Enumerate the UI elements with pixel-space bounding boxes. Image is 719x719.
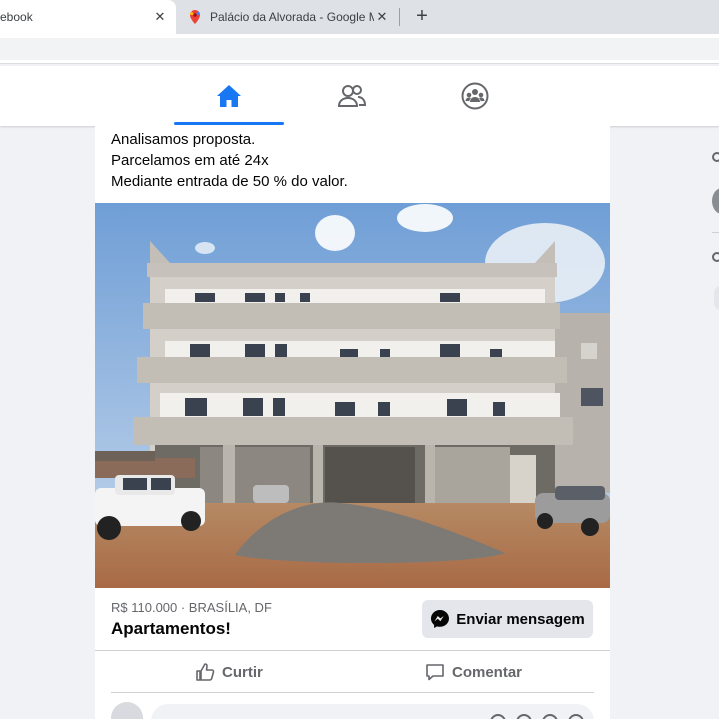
comment-icon xyxy=(426,664,444,681)
gif-icon[interactable] xyxy=(542,714,558,719)
post-text-line: Parcelamos em até 24x xyxy=(111,152,269,169)
address-bar[interactable] xyxy=(0,38,719,60)
divider xyxy=(111,692,594,693)
tab-google-maps[interactable]: Palácio da Alvorada - Google Ma ✕ xyxy=(180,0,398,34)
comment-input[interactable] xyxy=(151,704,594,719)
post-text-line: Mediante entrada de 50 % do valor. xyxy=(111,173,348,190)
comment-button[interactable]: Comentar xyxy=(425,653,522,691)
new-tab-button[interactable]: + xyxy=(411,5,433,27)
listing-title[interactable]: Apartamentos! xyxy=(111,619,231,639)
avatar[interactable] xyxy=(712,188,719,214)
marketplace-listing-info: R$ 110.000 · BRASÍLIA, DF Apartamentos! … xyxy=(95,588,610,650)
building-photo xyxy=(95,203,610,588)
like-label: Curtir xyxy=(222,663,263,681)
post-text: Analisamos proposta. Parcelamos em até 2… xyxy=(95,126,610,192)
post-photo[interactable] xyxy=(95,203,610,588)
like-button[interactable]: Curtir xyxy=(195,653,263,691)
friends-icon xyxy=(338,85,366,107)
home-icon xyxy=(217,85,241,107)
avatar xyxy=(111,702,143,719)
camera-icon[interactable] xyxy=(516,714,532,719)
send-message-button[interactable]: Enviar mensagem xyxy=(422,600,593,638)
browser-toolbar xyxy=(0,34,719,64)
facebook-nav-bar xyxy=(0,66,719,126)
sidebar-pill[interactable] xyxy=(714,286,719,310)
send-message-label: Enviar mensagem xyxy=(456,610,585,628)
tab-home[interactable] xyxy=(174,66,284,126)
close-tab-icon[interactable]: ✕ xyxy=(152,9,168,25)
tab-facebook[interactable]: ebook ✕ xyxy=(0,0,176,34)
divider xyxy=(95,650,610,651)
comment-tools xyxy=(490,714,584,719)
thumbs-up-icon xyxy=(196,663,215,681)
post-actions: Curtir Comentar xyxy=(95,653,610,691)
comment-label: Comentar xyxy=(452,663,523,681)
comment-composer xyxy=(111,702,594,719)
tab-groups[interactable] xyxy=(420,66,530,126)
tab-separator xyxy=(399,8,400,26)
groups-icon xyxy=(461,82,489,110)
close-tab-icon[interactable]: ✕ xyxy=(374,9,390,25)
tab-title: Palácio da Alvorada - Google Ma xyxy=(210,10,374,24)
marketplace-post: Analisamos proposta. Parcelamos em até 2… xyxy=(95,126,610,719)
post-text-line: Analisamos proposta. xyxy=(111,131,256,148)
right-sidebar xyxy=(705,126,719,719)
sidebar-heading-icon xyxy=(712,252,719,262)
active-tab-indicator xyxy=(174,122,284,125)
sidebar-heading-icon xyxy=(712,152,719,162)
google-maps-icon xyxy=(190,10,200,24)
tab-title: ebook xyxy=(0,10,33,24)
browser-tab-bar: ebook ✕ Palácio da Alvorada - Google Ma … xyxy=(0,0,719,34)
price-location: R$ 110.000 · BRASÍLIA, DF xyxy=(111,600,272,615)
emoji-icon[interactable] xyxy=(490,714,506,719)
divider xyxy=(712,232,719,233)
tab-friends[interactable] xyxy=(297,66,407,126)
messenger-icon xyxy=(431,610,450,628)
sticker-icon[interactable] xyxy=(568,714,584,719)
